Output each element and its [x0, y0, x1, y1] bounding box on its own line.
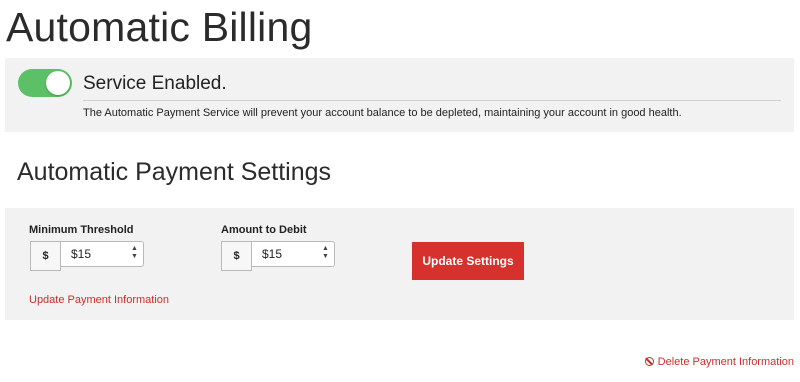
- minimum-threshold-label: Minimum Threshold: [29, 224, 134, 236]
- delete-payment-info-link[interactable]: Delete Payment Information: [644, 356, 794, 368]
- select-value: $15: [71, 247, 92, 261]
- delete-payment-label: Delete Payment Information: [657, 356, 794, 368]
- currency-addon: $: [221, 241, 252, 271]
- amount-to-debit-label: Amount to Debit: [221, 224, 307, 236]
- currency-addon: $: [30, 241, 61, 271]
- service-toggle[interactable]: [18, 69, 72, 97]
- select-arrows-icon: ▲ ▼: [131, 245, 138, 260]
- settings-panel: Minimum Threshold $ $15 ▲ ▼ Amount to Deb…: [5, 208, 794, 320]
- ban-icon: [644, 357, 654, 366]
- service-description: The Automatic Payment Service will preve…: [83, 107, 682, 119]
- service-panel: Service Enabled. The Automatic Payment S…: [5, 58, 794, 132]
- select-arrows-icon: ▲ ▼: [322, 245, 329, 260]
- minimum-threshold-select[interactable]: $15 ▲ ▼: [61, 241, 144, 267]
- toggle-knob[interactable]: [46, 71, 70, 95]
- update-payment-info-link[interactable]: Update Payment Information: [29, 294, 169, 306]
- service-status-label: Service Enabled.: [83, 73, 227, 94]
- page-title: Automatic Billing: [6, 4, 313, 50]
- amount-to-debit-group: $ $15 ▲ ▼: [221, 241, 335, 271]
- select-value: $15: [262, 247, 283, 261]
- minimum-threshold-group: $ $15 ▲ ▼: [30, 241, 144, 271]
- section-title: Automatic Payment Settings: [17, 158, 332, 186]
- divider: [83, 100, 781, 101]
- amount-to-debit-select[interactable]: $15 ▲ ▼: [252, 241, 335, 267]
- update-settings-button[interactable]: Update Settings: [412, 242, 524, 280]
